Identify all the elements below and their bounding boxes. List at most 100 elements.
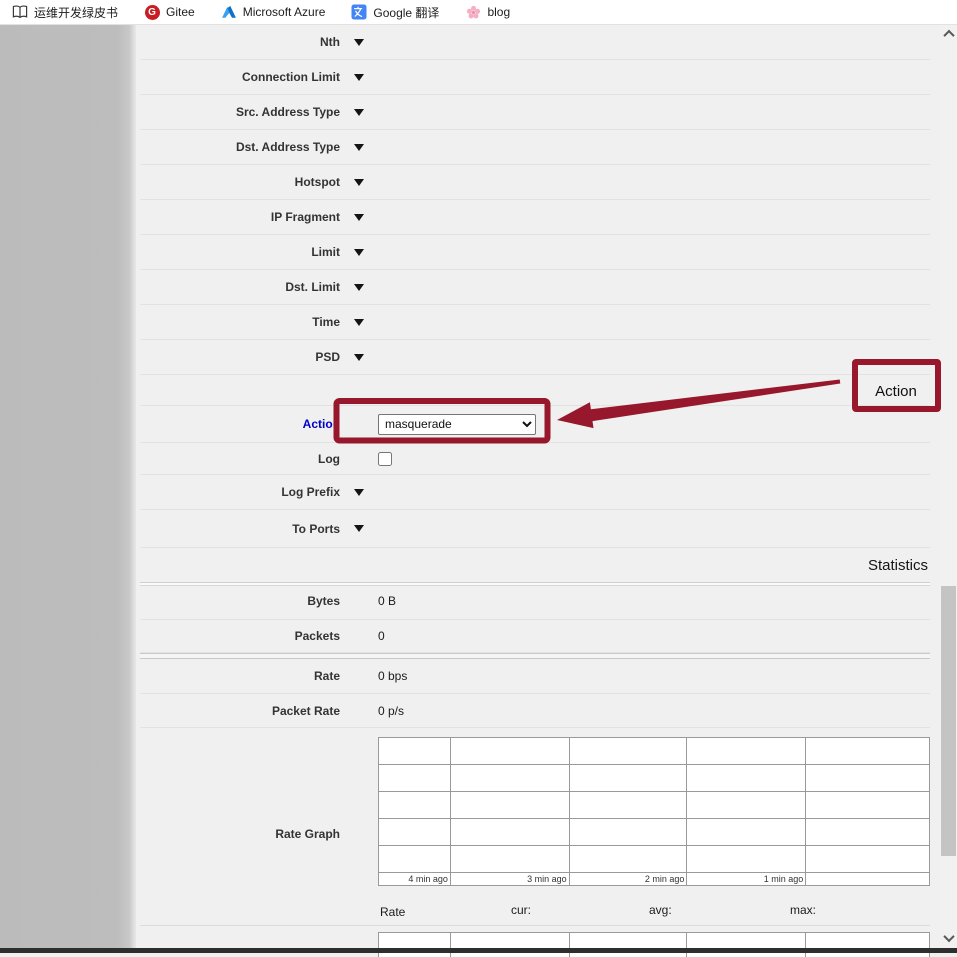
graph-grid-row [379,846,930,873]
form-row-log: Log [140,443,930,475]
src-address-type-expand-caret[interactable] [340,109,378,116]
google-translate-icon [351,4,367,20]
azure-icon [221,4,237,20]
graph-grid-row [379,765,930,792]
to-ports-expand-caret[interactable] [340,525,378,532]
connection-limit-label: Connection Limit [140,70,340,84]
bookmark-label: Google 翻译 [373,4,439,21]
dst-address-type-expand-caret[interactable] [340,144,378,151]
caret-down-icon [354,354,364,361]
packet-rate-graph-table [378,932,930,957]
bookmark-label: blog [487,5,510,19]
chevron-down-icon [943,930,954,941]
graph-grid-row [379,933,930,957]
psd-expand-caret[interactable] [340,354,378,361]
caret-down-icon [354,489,364,496]
packets-label: Packets [140,629,340,643]
form-row-psd: PSD [140,340,930,375]
graph-grid-row [379,819,930,846]
form-row-connection-limit: Connection Limit [140,60,930,95]
firewall-rule-form: Nth Connection Limit Src. Address Type D… [140,25,930,948]
graph-legend-avg: avg: [649,903,672,917]
form-row-hotspot: Hotspot [140,165,930,200]
caret-down-icon [354,214,364,221]
stat-row-rate: Rate 0 bps [140,659,930,694]
form-row-log-prefix: Log Prefix [140,475,930,510]
form-row-action: Action masquerade [140,406,930,443]
graph-legend-cur: cur: [511,903,531,917]
statistics-title: Statistics [868,557,930,574]
ip-fragment-expand-caret[interactable] [340,214,378,221]
graph-legend-max: max: [790,903,816,917]
bookmark-item-azure[interactable]: Microsoft Azure [221,4,326,20]
log-prefix-label: Log Prefix [140,485,340,499]
dst-limit-expand-caret[interactable] [340,284,378,291]
limit-label: Limit [140,245,340,259]
scroll-up-button[interactable] [940,25,957,42]
time-expand-caret[interactable] [340,319,378,326]
graph-grid-row [379,738,930,765]
scroll-down-button[interactable] [940,929,957,946]
psd-label: PSD [140,350,340,364]
caret-down-icon [354,179,364,186]
bookmark-item-blog[interactable]: blog [465,4,510,20]
bookmark-item-gitee[interactable]: G Gitee [144,4,195,20]
form-row-ip-fragment: IP Fragment [140,200,930,235]
caret-down-icon [354,249,364,256]
form-row-to-ports: To Ports [140,510,930,548]
packet-rate-label: Packet Rate [140,704,340,718]
log-checkbox[interactable] [378,452,392,466]
vertical-scrollbar[interactable] [940,25,957,948]
caret-down-icon [354,525,364,532]
rate-graph-label: Rate Graph [140,827,340,841]
bookmark-item-google-translate[interactable]: Google 翻译 [351,4,439,21]
rate-graph-row: Rate Graph 4 min ago 3 min ago 2 min ago… [140,737,930,926]
log-prefix-expand-caret[interactable] [340,489,378,496]
scrollbar-thumb[interactable] [941,586,956,856]
hotspot-expand-caret[interactable] [340,179,378,186]
sidebar-panel [0,25,136,948]
bookmark-item-greenbook[interactable]: 运维开发绿皮书 [12,4,118,21]
form-row-time: Time [140,305,930,340]
packets-value: 0 [378,629,385,643]
ip-fragment-label: IP Fragment [140,210,340,224]
nth-expand-caret[interactable] [340,39,378,46]
time-tick: 2 min ago [569,873,687,886]
form-row-limit: Limit [140,235,930,270]
bytes-value: 0 B [378,594,396,608]
time-tick: 1 min ago [687,873,806,886]
bookmark-label: Microsoft Azure [243,5,326,19]
spacer-row [140,375,930,406]
form-row-dst-limit: Dst. Limit [140,270,930,305]
bytes-label: Bytes [140,594,340,608]
bookmarks-bar: 运维开发绿皮书 G Gitee Microsoft Azure Google 翻… [0,0,957,25]
book-icon [12,4,28,20]
packet-rate-value: 0 p/s [378,704,404,718]
caret-down-icon [354,39,364,46]
log-label: Log [140,452,340,466]
taskbar-edge [0,948,957,953]
limit-expand-caret[interactable] [340,249,378,256]
caret-down-icon [354,319,364,326]
caret-down-icon [354,284,364,291]
time-label: Time [140,315,340,329]
form-row-nth: Nth [140,25,930,60]
action-label: Action [140,417,340,431]
rate-label: Rate [140,669,340,683]
graph-grid-row [379,792,930,819]
action-select[interactable]: masquerade [378,414,536,435]
graph-legend-series: Rate [380,905,405,919]
form-row-dst-address-type: Dst. Address Type [140,130,930,165]
graph-time-axis-row: 4 min ago 3 min ago 2 min ago 1 min ago [379,873,930,886]
chevron-up-icon [943,29,954,40]
rate-value: 0 bps [378,669,407,683]
statistics-section-header: Statistics [140,548,930,583]
caret-down-icon [354,74,364,81]
hotspot-label: Hotspot [140,175,340,189]
stat-row-packets: Packets 0 [140,620,930,653]
connection-limit-expand-caret[interactable] [340,74,378,81]
time-tick: 3 min ago [450,873,569,886]
bookmark-label: Gitee [166,5,195,19]
gitee-icon: G [144,4,160,20]
caret-down-icon [354,144,364,151]
